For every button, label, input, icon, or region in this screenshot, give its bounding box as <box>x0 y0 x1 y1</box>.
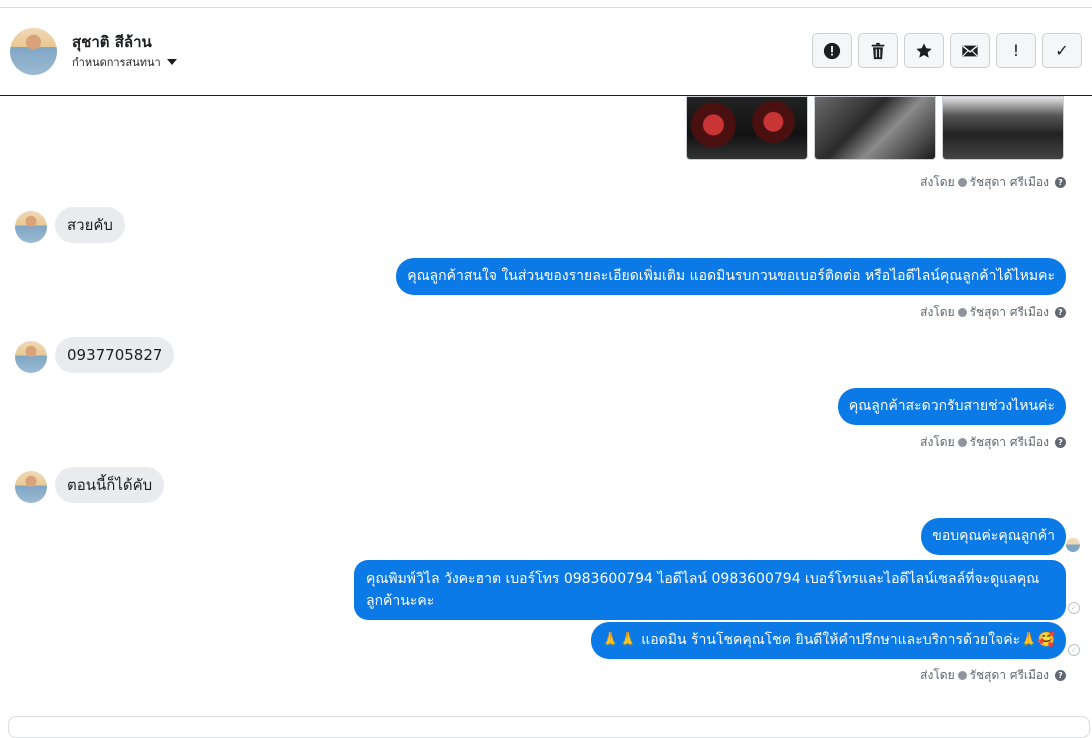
assign-label: กำหนดการสนทนา <box>72 56 161 69</box>
pray-emoji-icon: 🙏🙏 <box>601 632 637 648</box>
customer-avatar[interactable] <box>10 28 57 75</box>
mark-unread-button[interactable] <box>950 33 990 68</box>
help-icon[interactable]: ? <box>1055 177 1066 188</box>
outgoing-message: คุณลูกค้าสนใจ ในส่วนของรายละเอียดเพิ่มเต… <box>396 258 1066 295</box>
sent-by-label: ส่งโดย รัชสุดา ศรีเมือง ? <box>920 173 1066 192</box>
pray-love-emoji-icon: 🙏🥰 <box>1020 632 1055 648</box>
exclamation-icon: ! <box>1012 41 1020 60</box>
help-icon[interactable]: ? <box>1055 437 1066 448</box>
incoming-message: ตอนนี้ก็ได้คับ <box>55 467 165 503</box>
sent-by-label: ส่งโดย รัชสุดา ศรีเมือง ? <box>920 303 1066 322</box>
outgoing-message: ขอบคุณค่ะคุณลูกค้า <box>921 518 1066 555</box>
mark-done-button[interactable]: ✓ <box>1042 33 1082 68</box>
customer-avatar-small[interactable] <box>15 211 47 243</box>
star-icon <box>916 42 932 58</box>
assign-conversation-dropdown[interactable]: กำหนดการสนทนา <box>72 53 177 71</box>
incoming-message: สวยคับ <box>55 207 125 243</box>
reply-composer[interactable] <box>8 716 1090 738</box>
customer-avatar-small[interactable] <box>15 471 47 503</box>
customer-name[interactable]: สุชาติ สีล้าน <box>72 30 152 54</box>
star-button[interactable] <box>904 33 944 68</box>
agent-status-icon <box>957 308 967 317</box>
image-attachments <box>686 96 1064 160</box>
conversation-toolbar: ! ✓ <box>812 33 1082 68</box>
envelope-icon <box>962 45 978 56</box>
delete-button[interactable] <box>858 33 898 68</box>
attachment-image-dashboard[interactable] <box>686 96 808 160</box>
incoming-message: 0937705827 <box>55 337 175 373</box>
help-icon[interactable]: ? <box>1055 307 1066 318</box>
outgoing-message: คุณพิมพ์วิไล วังคะฮาต เบอร์โทร 098360079… <box>354 560 1066 620</box>
sent-by-label: ส่งโดย รัชสุดา ศรีเมือง ? <box>920 666 1066 685</box>
alert-circle-icon <box>823 42 841 59</box>
trash-icon <box>871 42 885 59</box>
delivered-check-icon: ✓ <box>1068 602 1080 614</box>
agent-status-icon <box>957 438 967 447</box>
checkmark-icon: ✓ <box>1055 41 1069 60</box>
agent-status-icon <box>957 671 967 680</box>
sent-by-label: ส่งโดย รัชสุดา ศรีเมือง ? <box>920 433 1066 452</box>
agent-status-icon <box>957 178 967 187</box>
help-icon[interactable]: ? <box>1055 670 1066 681</box>
caret-down-icon <box>166 59 177 65</box>
top-border <box>0 0 1092 8</box>
seen-avatar <box>1066 538 1080 552</box>
spam-button[interactable] <box>812 33 852 68</box>
outgoing-message: คุณลูกค้าสะดวกรับสายช่วงไหนค่ะ <box>837 388 1066 425</box>
conversation-header: สุชาติ สีล้าน กำหนดการสนทนา ! ✓ <box>0 8 1092 96</box>
attachment-image-interior[interactable] <box>942 96 1064 160</box>
customer-avatar-small[interactable] <box>15 341 47 373</box>
attachment-image-gearshift[interactable] <box>814 96 936 160</box>
follow-up-button[interactable]: ! <box>996 33 1036 68</box>
delivered-check-icon: ✓ <box>1068 644 1080 656</box>
outgoing-message: 🙏🙏 แอดมิน ร้านโชคคุณโชค ยินดีให้คำปรึกษา… <box>590 622 1066 659</box>
